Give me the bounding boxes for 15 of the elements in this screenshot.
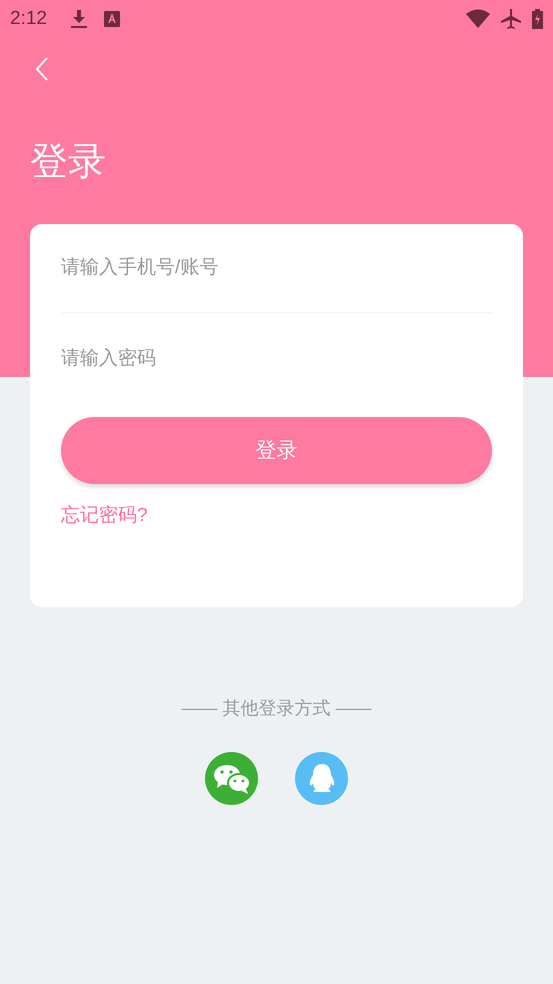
page-title: 登录 bbox=[30, 140, 106, 184]
wifi-icon bbox=[466, 9, 490, 29]
forgot-password-link[interactable]: 忘记密码? bbox=[61, 505, 148, 526]
download-icon bbox=[70, 9, 88, 29]
airplane-mode-icon bbox=[500, 8, 522, 30]
account-field[interactable]: 请输入手机号/账号 bbox=[61, 254, 492, 282]
status-time: 2:12 bbox=[10, 6, 48, 31]
back-icon bbox=[35, 57, 49, 81]
password-field[interactable]: 请输入密码 bbox=[61, 344, 492, 374]
text-box-icon bbox=[104, 11, 120, 27]
other-login-label: —— 其他登录方式 —— bbox=[181, 697, 372, 720]
chat-bubbles-icon bbox=[212, 762, 250, 794]
login-button[interactable]: 登录 bbox=[61, 417, 492, 484]
penguin-icon bbox=[308, 762, 336, 794]
battery-icon bbox=[532, 9, 543, 29]
